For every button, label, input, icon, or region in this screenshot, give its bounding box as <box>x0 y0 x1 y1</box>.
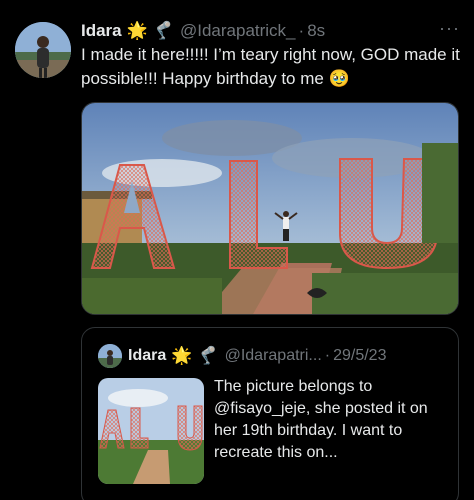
avatar-image <box>15 22 71 78</box>
mechanical-leg-emoji: 🦿 <box>197 346 219 365</box>
more-options-icon[interactable]: ··· <box>439 18 460 39</box>
tweet-media-photo[interactable] <box>81 102 459 315</box>
quoted-tweet-header: Idara 🌟 🦿 @Idarapatri... · 29/5/23 <box>128 344 446 368</box>
quoted-author-name[interactable]: Idara <box>128 347 166 365</box>
tweet-text: I made it here!!!!! I’m teary right now,… <box>81 45 460 88</box>
mechanical-leg-emoji: 🦿 <box>152 21 174 40</box>
author-name[interactable]: Idara <box>81 21 122 41</box>
star-emoji: 🌟 <box>171 346 193 365</box>
photo-sculpture-letters <box>98 378 204 484</box>
author-avatar[interactable] <box>15 22 71 78</box>
photo-sculpture-letters <box>82 103 458 314</box>
tweet-header: Idara 🌟 🦿 @Idarapatrick_ · 8s ··· <box>81 18 460 42</box>
separator-dot: · <box>324 347 331 364</box>
quoted-tweet-text: The picture belongs to @fisayo_jeje, she… <box>214 378 428 461</box>
quoted-media-thumbnail[interactable] <box>98 378 204 484</box>
quoted-author-handle[interactable]: @Idarapatri... <box>225 347 322 365</box>
author-handle[interactable]: @Idarapatrick_ <box>180 21 296 41</box>
separator-dot: · <box>298 21 305 40</box>
quoted-tweet-date[interactable]: 29/5/23 <box>333 347 386 365</box>
avatar-image <box>98 344 122 368</box>
quoted-tweet[interactable]: Idara 🌟 🦿 @Idarapatri... · 29/5/23 The p… <box>81 327 459 500</box>
star-emoji: 🌟 <box>126 21 148 40</box>
quoted-author-avatar[interactable] <box>98 344 122 368</box>
tweet-time[interactable]: 8s <box>307 21 325 41</box>
